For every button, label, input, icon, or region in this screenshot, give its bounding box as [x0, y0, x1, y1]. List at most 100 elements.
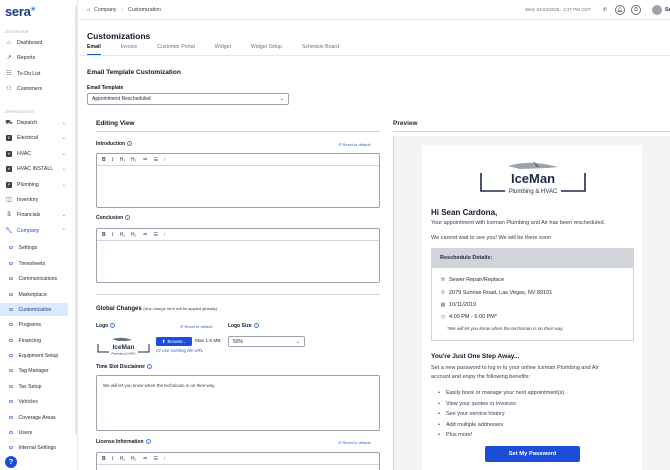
circle-icon	[9, 399, 13, 404]
wrench-icon: 🔧︎	[5, 228, 13, 234]
sidebar-subitem-customization[interactable]: Customization	[0, 303, 68, 316]
license-editor[interactable]: B I H₁ H₂ ≔ ☰ ⁝	[96, 452, 380, 470]
heading2-icon[interactable]: H₂	[131, 456, 137, 462]
bold-icon[interactable]: B	[102, 456, 106, 462]
sidebar-subitem-tag-manager[interactable]: Tag Manager	[0, 364, 77, 377]
info-icon[interactable]: i	[145, 439, 151, 445]
user-name[interactable]: Se	[665, 7, 670, 13]
sidebar-item-hvac-install[interactable]: H HVAC INSTALL ⌄	[0, 162, 77, 175]
sidebar-subitem-timesheets[interactable]: Timesheets	[0, 257, 77, 270]
sidebar-subitem-marketplace[interactable]: Marketplace	[0, 288, 77, 301]
current-datetime: Wed, 04/23/2025 - 2:37 PM CDT	[525, 7, 591, 12]
existing-file-link[interactable]: Or use existing file URL	[156, 348, 203, 353]
phone-icon[interactable]: ✆	[600, 5, 610, 15]
reset-logo-button[interactable]: ↺ Reset to default	[180, 324, 213, 329]
introduction-editor[interactable]: B I H₁ H₂ ≔ ☰ ⁝	[96, 153, 380, 208]
hvac-install-badge-icon: H	[6, 165, 12, 172]
sidebar: sera✳ OVERVIEW ⌂ Dashboard ↗ Reports ☷ To-D…	[0, 0, 78, 470]
browse-logo-button[interactable]: ⬆ Browse...	[156, 337, 192, 346]
sidebar-subitem-settings[interactable]: Settings	[0, 241, 77, 254]
away-heading: You're Just One Step Away...	[431, 353, 520, 360]
sidebar-subitem-tax-setup[interactable]: Tax Setup	[0, 380, 77, 393]
italic-icon[interactable]: I	[112, 456, 114, 462]
logo-label: Logo i	[96, 323, 116, 329]
heading1-icon[interactable]: H₁	[120, 157, 125, 163]
tab-invoice[interactable]: Invoice	[121, 44, 137, 55]
chevron-down-icon: ⌄	[279, 96, 284, 102]
info-icon[interactable]: i	[253, 323, 259, 329]
bullet-list-icon[interactable]: ☰	[153, 232, 157, 238]
sidebar-item-reports[interactable]: ↗ Reports	[0, 51, 77, 64]
info-icon[interactable]: i	[127, 141, 133, 147]
list-item: Easily book or manage your next appointm…	[438, 388, 564, 399]
heading2-icon[interactable]: H₂	[131, 232, 137, 238]
tab-email[interactable]: Email	[87, 44, 101, 55]
tab-customer-portal[interactable]: Customer Portal	[157, 44, 194, 55]
reset-license-button[interactable]: ↺ Reset to default	[338, 440, 371, 445]
chevron-down-icon: ⌄	[61, 181, 66, 188]
help-button[interactable]: ?	[5, 456, 17, 468]
sidebar-item-financials[interactable]: $ Financials ⌄	[0, 208, 77, 221]
ordered-list-icon[interactable]: ≔	[142, 232, 147, 238]
sidebar-section-operations: OPERATIONS	[5, 109, 34, 114]
email-template-select[interactable]: Appointment Rescheduled ⌄	[87, 93, 289, 105]
sidebar-item-electrical[interactable]: E Electrical ⌄	[0, 131, 77, 144]
sidebar-item-customers[interactable]: ⚇ Customers	[0, 82, 77, 95]
tab-schedule-board[interactable]: Schedule Board	[302, 44, 339, 55]
home-icon[interactable]: ⌂	[87, 7, 90, 13]
avatar[interactable]	[652, 5, 662, 15]
sidebar-item-company[interactable]: 🔧︎ Company ⌃	[0, 224, 77, 237]
sidebar-subitem-users[interactable]: Users	[0, 426, 77, 439]
circle-icon	[9, 245, 13, 250]
italic-icon[interactable]: I	[112, 232, 114, 238]
breadcrumb: ⌂ Company › Customization	[87, 7, 161, 13]
tab-widget-setup[interactable]: Widget Setup	[251, 44, 282, 55]
sidebar-scrollbar[interactable]	[75, 5, 77, 435]
ordered-list-icon[interactable]: ≔	[142, 456, 147, 462]
heading2-icon[interactable]: H₂	[131, 157, 137, 163]
divider-icon[interactable]: ⁝	[164, 232, 166, 238]
info-icon[interactable]: i	[147, 364, 153, 370]
conclusion-editor[interactable]: B I H₁ H₂ ≔ ☰ ⁝	[96, 228, 380, 283]
heading1-icon[interactable]: H₁	[120, 456, 125, 462]
bell-icon[interactable]: 🔔︎	[615, 5, 625, 15]
checklist-icon: ☷	[6, 71, 12, 77]
sidebar-item-hvac[interactable]: H HVAC ⌄	[0, 147, 77, 160]
divider-icon[interactable]: ⁝	[164, 157, 166, 163]
svg-text:IceMan: IceMan	[511, 171, 555, 186]
tab-widget[interactable]: Widget	[215, 44, 231, 55]
sidebar-subitem-financing[interactable]: Financing	[0, 334, 77, 347]
app-logo[interactable]: sera✳	[5, 4, 36, 19]
bold-icon[interactable]: B	[102, 157, 106, 163]
sidebar-subitem-vehicles[interactable]: Vehicles	[0, 395, 77, 408]
sidebar-item-todo[interactable]: ☷ To-Do List	[0, 67, 77, 80]
chevron-up-icon: ⌃	[61, 227, 66, 234]
alarm-icon[interactable]: ⏰︎	[631, 5, 641, 15]
set-password-button[interactable]: Set My Password	[485, 446, 580, 462]
sidebar-item-dashboard[interactable]: ⌂ Dashboard	[0, 36, 77, 49]
sidebar-item-dispatch[interactable]: ⛟ Dispatch ⌄	[0, 116, 77, 129]
sidebar-subitem-internal-settings[interactable]: Internal Settings	[0, 441, 77, 454]
bold-icon[interactable]: B	[102, 232, 106, 238]
bullet-list-icon[interactable]: ☰	[153, 456, 157, 462]
disclaimer-textarea[interactable]: We will let you know when the technician…	[96, 375, 380, 431]
logo-size-select[interactable]: 50% ⌄	[228, 336, 305, 347]
breadcrumb-company[interactable]: Company	[94, 7, 116, 13]
editor-toolbar: B I H₁ H₂ ≔ ☰ ⁝	[97, 229, 379, 241]
bullet-list-icon[interactable]: ☰	[153, 157, 157, 163]
service-row: ⚒ Sewer Repair/Replace	[440, 277, 505, 283]
sidebar-item-plumbing[interactable]: P Plumbing ⌄	[0, 178, 77, 191]
reset-introduction-button[interactable]: ↺ Reset to default	[338, 142, 371, 147]
sidebar-subitem-coverage-areas[interactable]: Coverage Areas	[0, 411, 77, 424]
sidebar-subitem-programs[interactable]: Programs	[0, 318, 77, 331]
sidebar-subitem-equipment-setup[interactable]: Equipment Setup	[0, 349, 77, 362]
divider-icon[interactable]: ⁝	[164, 456, 166, 462]
info-icon[interactable]: i	[125, 215, 131, 221]
info-icon[interactable]: i	[110, 323, 116, 329]
sidebar-subitem-communications[interactable]: Communications	[0, 272, 77, 285]
ordered-list-icon[interactable]: ≔	[142, 157, 147, 163]
heading1-icon[interactable]: H₁	[120, 232, 125, 238]
wrench-icon: ⚒	[440, 277, 446, 283]
italic-icon[interactable]: I	[112, 157, 114, 163]
sidebar-item-inventory[interactable]: ◫ Inventory	[0, 193, 77, 206]
